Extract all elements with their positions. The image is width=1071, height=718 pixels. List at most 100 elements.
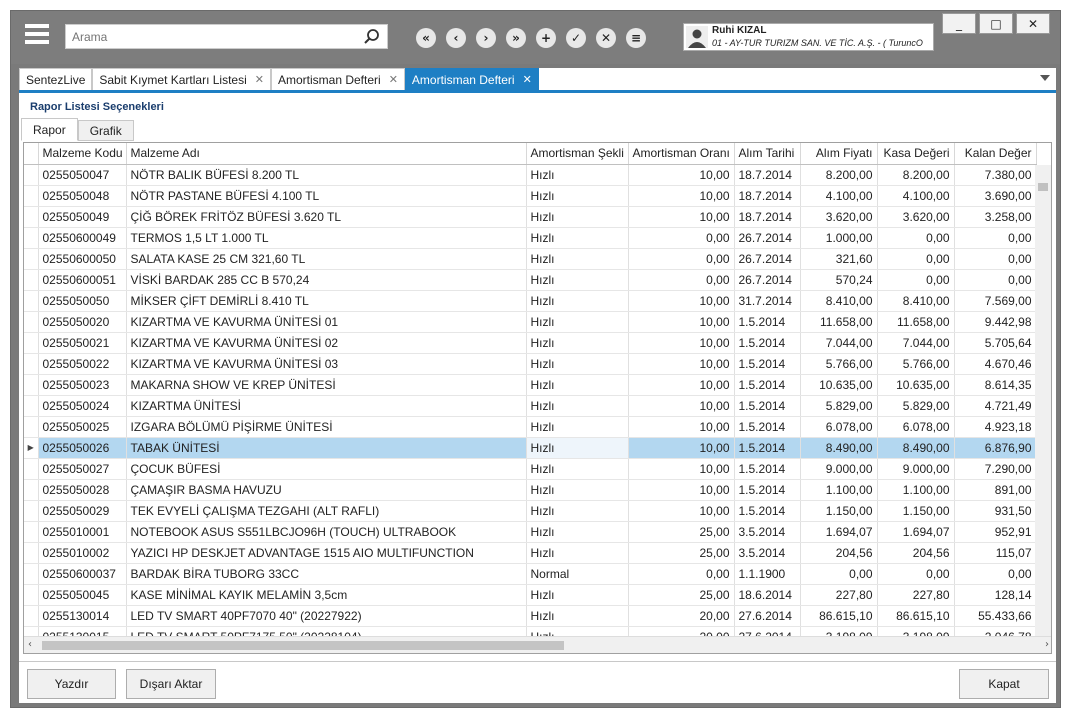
maximize-button[interactable]: □ [979, 13, 1013, 34]
user-panel[interactable]: Ruhi KIZAL 01 - AY-TUR TURIZM SAN. VE Tİ… [683, 23, 934, 51]
table-cell: 4.670,46 [954, 353, 1037, 375]
tab-dropdown-icon[interactable] [1040, 75, 1050, 81]
table-row[interactable]: 0255050028 ÇAMAŞIR BASMA HAVUZU Hızlı 10,00… [24, 479, 1037, 501]
close-window-button[interactable]: ✕ [1016, 13, 1050, 34]
report-subtabs: Rapor Grafik [21, 118, 134, 141]
table-row[interactable]: 0255050050 MİKSER ÇİFT DEMİRLİ 8.410 TL Hı… [24, 290, 1037, 312]
row-indicator [24, 500, 39, 522]
table-cell: 3.258,00 [954, 206, 1037, 228]
tab-close-icon[interactable]: ✕ [523, 73, 532, 86]
table-cell: 55.433,66 [954, 605, 1037, 627]
table-cell: 5.766,00 [877, 353, 955, 375]
table-cell: Hızlı [526, 521, 629, 543]
table-row[interactable]: 0255050047 NÖTR BALIK BÜFESİ 8.200 TL Hızl… [24, 164, 1037, 186]
table-row[interactable]: 0255050048 NÖTR PASTANE BÜFESİ 4.100 TL Hı… [24, 185, 1037, 207]
table-row[interactable]: 02550600049 TERMOS 1,5 LT 1.000 TL Hızlı 0,… [24, 227, 1037, 249]
table-row[interactable]: 0255050029 TEK EVYELİ ÇALIŞMA TEZGAHI (AL… [24, 500, 1037, 522]
table-cell: 1.100,00 [877, 479, 955, 501]
minimize-button[interactable]: _ [942, 13, 976, 34]
tab-close-icon[interactable]: ✕ [389, 73, 398, 86]
table-row[interactable]: 0255050020 KIZARTMA VE KAVURMA ÜNİTESİ 01… [24, 311, 1037, 333]
table-cell: 9.000,00 [877, 458, 955, 480]
table-row[interactable]: 02550600051 VİSKİ BARDAK 285 CC B 570,24 H… [24, 269, 1037, 291]
table-cell: 25,00 [628, 542, 735, 564]
last-record-button[interactable]: » [503, 27, 529, 49]
tab-amortisman-defteri-2[interactable]: Amortisman Defteri ✕ [404, 68, 539, 90]
table-row[interactable]: 0255010001 NOTEBOOK ASUS S551LBCJO96H (TO… [24, 521, 1037, 543]
table-cell: 0,00 [877, 248, 955, 270]
column-header[interactable]: Alım Tarihi [734, 143, 801, 165]
scroll-thumb[interactable] [42, 641, 564, 650]
table-row[interactable]: 0255050021 KIZARTMA VE KAVURMA ÜNİTESİ 02… [24, 332, 1037, 354]
table-cell: 7.044,00 [877, 332, 955, 354]
vertical-scrollbar[interactable] [1035, 165, 1051, 637]
table-row[interactable]: 02550600037 BARDAK BİRA TUBORG 33CC Normal… [24, 563, 1037, 585]
add-record-button[interactable]: + [533, 27, 559, 49]
table-row[interactable]: 0255050025 IZGARA BÖLÜMÜ PİŞİRME ÜNİTESİ H… [24, 416, 1037, 438]
column-header[interactable]: Kasa Değeri [877, 143, 955, 165]
save-record-button[interactable]: ✓ [563, 27, 589, 49]
table-row[interactable]: 0255050024 KIZARTMA ÜNİTESİ Hızlı 10,00 1.5.… [24, 395, 1037, 417]
table-header: Malzeme Kodu Malzeme Adı Amortisman Şekl… [24, 143, 1037, 165]
table-row[interactable]: 0255050027 ÇOCUK BÜFESİ Hızlı 10,00 1.5.2014… [24, 458, 1037, 480]
table-cell: 5.829,00 [877, 395, 955, 417]
table-cell: 1.5.2014 [734, 416, 801, 438]
table-cell: 10,00 [628, 458, 735, 480]
scroll-right-icon[interactable]: › [1045, 639, 1049, 650]
tab-sabit-kiymet-kartlari[interactable]: Sabit Kıymet Kartları Listesi ✕ [92, 68, 271, 90]
previous-record-button[interactable]: ‹ [443, 27, 469, 49]
table-row[interactable]: ▶ 0255050026 TABAK ÜNİTESİ Hızlı 10,00 1.5.20… [24, 437, 1037, 459]
table-cell: 0255130014 [38, 605, 127, 627]
table-row[interactable]: 02550600050 SALATA KASE 25 CM 321,60 TL Hı… [24, 248, 1037, 270]
table-row[interactable]: 0255050049 ÇİĞ BÖREK FRİTÖZ BÜFESİ 3.620 … [24, 206, 1037, 228]
table-row[interactable]: 0255050022 KIZARTMA VE KAVURMA ÜNİTESİ 03… [24, 353, 1037, 375]
column-header[interactable]: Malzeme Kodu [38, 143, 127, 165]
scroll-thumb[interactable] [1038, 183, 1048, 191]
column-header[interactable]: Amortisman Oranı [628, 143, 735, 165]
table-cell: KIZARTMA VE KAVURMA ÜNİTESİ 01 [126, 311, 527, 333]
table-cell: 891,00 [954, 479, 1037, 501]
table-cell: 11.658,00 [877, 311, 955, 333]
column-header[interactable]: Amortisman Şekli [526, 143, 629, 165]
table-cell: 0255050028 [38, 479, 127, 501]
table-cell: 0255050047 [38, 164, 127, 186]
table-row[interactable]: 0255130014 LED TV SMART 40PF7070 40" (202… [24, 605, 1037, 627]
scroll-left-icon[interactable]: ‹ [28, 639, 32, 650]
column-header[interactable]: Alım Fiyatı [800, 143, 878, 165]
table-cell: 0255050026 [38, 437, 127, 459]
tab-sentezlive[interactable]: SentezLive [19, 68, 93, 90]
column-header[interactable]: Malzeme Adı [126, 143, 527, 165]
table-cell: 1.694,07 [800, 521, 878, 543]
tab-grafik[interactable]: Grafik [77, 120, 134, 141]
table-cell: 0,00 [800, 563, 878, 585]
search-input[interactable] [66, 25, 356, 48]
document-tabs: SentezLive Sabit Kıymet Kartları Listesi… [19, 68, 1056, 93]
table-row[interactable]: 0255010002 YAZICI HP DESKJET ADVANTAGE 15… [24, 542, 1037, 564]
table-cell: 8.410,00 [877, 290, 955, 312]
table-row[interactable]: 0255050023 MAKARNA SHOW VE KREP ÜNİTESİ Hı… [24, 374, 1037, 396]
table-cell: 18.7.2014 [734, 206, 801, 228]
table-cell: 3.5.2014 [734, 521, 801, 543]
first-record-button[interactable]: « [413, 27, 439, 49]
menu-icon[interactable] [25, 24, 49, 48]
plus-icon: + [536, 28, 556, 48]
tab-label: Sabit Kıymet Kartları Listesi [99, 72, 247, 87]
delete-record-button[interactable]: ✕ [593, 27, 619, 49]
table-cell: 10,00 [628, 164, 735, 186]
export-button[interactable]: Dışarı Aktar [126, 669, 216, 699]
table-cell: KIZARTMA VE KAVURMA ÜNİTESİ 02 [126, 332, 527, 354]
column-header[interactable]: Kalan Değer [954, 143, 1037, 165]
user-name: Ruhi KIZAL [712, 25, 767, 36]
search-icon[interactable] [363, 28, 381, 46]
print-button[interactable]: Yazdır [27, 669, 116, 699]
next-record-button[interactable]: › [473, 27, 499, 49]
table-cell: 18.6.2014 [734, 584, 801, 606]
horizontal-scrollbar[interactable]: ‹ › [24, 636, 1051, 653]
close-button[interactable]: Kapat [959, 669, 1049, 699]
tab-amortisman-defteri-1[interactable]: Amortisman Defteri ✕ [270, 68, 405, 90]
table-row[interactable]: 0255050045 KASE MİNİMAL KAYIK MELAMİN 3,5… [24, 584, 1037, 606]
tab-rapor[interactable]: Rapor [21, 118, 78, 141]
tab-close-icon[interactable]: ✕ [255, 73, 264, 86]
list-menu-button[interactable]: ≡ [623, 27, 649, 49]
table-cell: 0255050027 [38, 458, 127, 480]
